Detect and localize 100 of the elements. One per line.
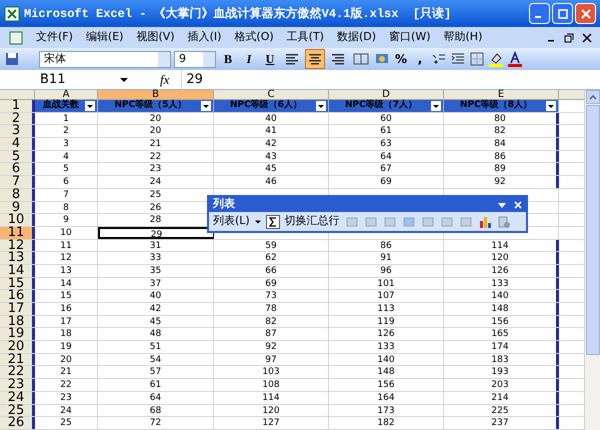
close-button[interactable] — [575, 3, 596, 24]
row-header[interactable]: 6 — [0, 163, 35, 176]
table-cell: 86 — [444, 150, 559, 162]
row-header[interactable]: 11 — [0, 226, 35, 239]
table-cell: 92 — [444, 176, 559, 188]
menu-item[interactable]: 视图(V) — [136, 29, 175, 46]
sigma-icon[interactable] — [266, 214, 280, 228]
table-cell: 21 — [98, 138, 214, 150]
table-cell: 114 — [214, 392, 329, 404]
row-header[interactable]: 21 — [0, 354, 35, 366]
bold-button[interactable]: B — [219, 50, 237, 68]
row-header[interactable]: 2 — [0, 112, 35, 124]
align-left-icon — [284, 51, 300, 67]
list-menu-button[interactable]: 列表(L) — [213, 213, 250, 230]
column-header[interactable]: D — [329, 90, 444, 99]
row-header[interactable]: 20 — [0, 341, 35, 353]
toggle-total-row-button[interactable]: 切换汇总行 — [284, 213, 340, 230]
function-label[interactable]: fx — [160, 70, 170, 90]
table-cell: 45 — [98, 316, 214, 328]
column-header[interactable]: E — [444, 90, 559, 99]
row-header[interactable]: 16 — [0, 290, 35, 302]
menu-item[interactable]: 文件(F) — [36, 29, 73, 46]
row-header[interactable]: 22 — [0, 366, 35, 378]
table-cell: 140 — [444, 290, 559, 302]
maximize-icon — [558, 8, 568, 18]
align-button[interactable] — [305, 49, 325, 69]
formula-field[interactable]: 29 — [181, 70, 600, 89]
row-header[interactable]: 15 — [0, 278, 35, 290]
table-cell: 140 — [329, 354, 444, 366]
align-center-icon — [307, 51, 323, 67]
row-header[interactable]: 4 — [0, 138, 35, 150]
table-cell: 40 — [98, 290, 214, 302]
row-header[interactable]: 17 — [0, 303, 35, 315]
percent-button[interactable]: % — [393, 50, 409, 68]
font-color-icon[interactable] — [507, 51, 523, 67]
fill-color-icon[interactable] — [488, 51, 504, 67]
dropdown-arrow-icon[interactable] — [120, 76, 128, 84]
table-cell: 35 — [98, 264, 214, 277]
menu-item[interactable]: 格式(O) — [234, 29, 274, 46]
size-field[interactable]: 9 — [174, 50, 216, 68]
dropdown-arrow-icon[interactable] — [498, 200, 506, 208]
toolbar-title: 列表 — [213, 196, 236, 212]
row-header[interactable]: 24 — [0, 392, 35, 404]
borders-icon[interactable] — [469, 51, 485, 67]
restore-icon[interactable] — [564, 32, 574, 42]
filter-dropdown-icon[interactable] — [316, 100, 326, 111]
underline-button[interactable]: U — [261, 50, 279, 68]
row-header[interactable]: 5 — [0, 150, 35, 162]
minimize-button[interactable] — [529, 3, 550, 24]
row-header[interactable]: 23 — [0, 379, 35, 391]
row-header[interactable]: 25 — [0, 404, 35, 416]
row-header[interactable]: 13 — [0, 252, 35, 264]
save-icon[interactable] — [4, 51, 20, 67]
table-cell: 24 — [35, 404, 98, 416]
filter-dropdown-icon[interactable] — [431, 100, 441, 111]
table-cell: 6 — [35, 176, 98, 188]
bar-chart-icon[interactable] — [478, 214, 492, 228]
row-header[interactable]: 12 — [0, 240, 35, 252]
row-header[interactable]: 8 — [0, 188, 35, 200]
menu-item[interactable]: 插入(I) — [188, 29, 222, 46]
table-cell: 64 — [329, 150, 444, 162]
row-header[interactable]: 10 — [0, 214, 35, 226]
row-header[interactable]: 18 — [0, 316, 35, 328]
close-icon[interactable] — [582, 32, 592, 42]
row-header[interactable]: 1 — [0, 100, 35, 112]
table-cell: 21 — [35, 366, 98, 378]
caret-icon[interactable] — [254, 218, 261, 224]
menu-item[interactable]: 工具(T) — [286, 29, 324, 46]
filter-dropdown-icon[interactable] — [546, 100, 556, 111]
scroll-thumb[interactable] — [586, 105, 600, 355]
row-header[interactable]: 19 — [0, 328, 35, 340]
row-header[interactable]: 14 — [0, 264, 35, 277]
table-cell: 41 — [214, 125, 329, 138]
table-cell: 46 — [214, 176, 329, 188]
row-header[interactable]: 7 — [0, 176, 35, 188]
maximize-button[interactable] — [552, 3, 573, 24]
table-cell: 73 — [214, 290, 329, 302]
italic-button[interactable]: I — [240, 50, 258, 68]
column-header[interactable]: C — [214, 90, 329, 99]
table-cell: 82 — [214, 316, 329, 328]
minimize-icon — [535, 16, 541, 18]
filter-dropdown-icon[interactable] — [85, 100, 95, 111]
table-cell: 40 — [214, 112, 329, 124]
table-cell: 84 — [444, 138, 559, 150]
table-cell: 101 — [329, 278, 444, 290]
comma-button[interactable]: , — [412, 50, 428, 68]
row-header[interactable]: 26 — [0, 417, 35, 429]
scroll-up-button[interactable] — [586, 90, 600, 104]
table-cell: 80 — [444, 112, 559, 124]
font-field[interactable]: 宋体 — [39, 50, 171, 68]
filter-dropdown-icon[interactable] — [201, 100, 211, 111]
column-header[interactable]: B — [98, 90, 214, 99]
vertical-scrollbar[interactable] — [584, 90, 600, 430]
row-header[interactable]: 9 — [0, 202, 35, 214]
table-cell: 67 — [329, 163, 444, 176]
menu-item[interactable]: 帮助(H) — [444, 29, 482, 46]
menu-item[interactable]: 编辑(E) — [86, 29, 124, 46]
menu-item[interactable]: 窗口(W) — [389, 29, 430, 46]
row-header[interactable]: 3 — [0, 125, 35, 138]
menu-item[interactable]: 数据(D) — [336, 29, 376, 46]
